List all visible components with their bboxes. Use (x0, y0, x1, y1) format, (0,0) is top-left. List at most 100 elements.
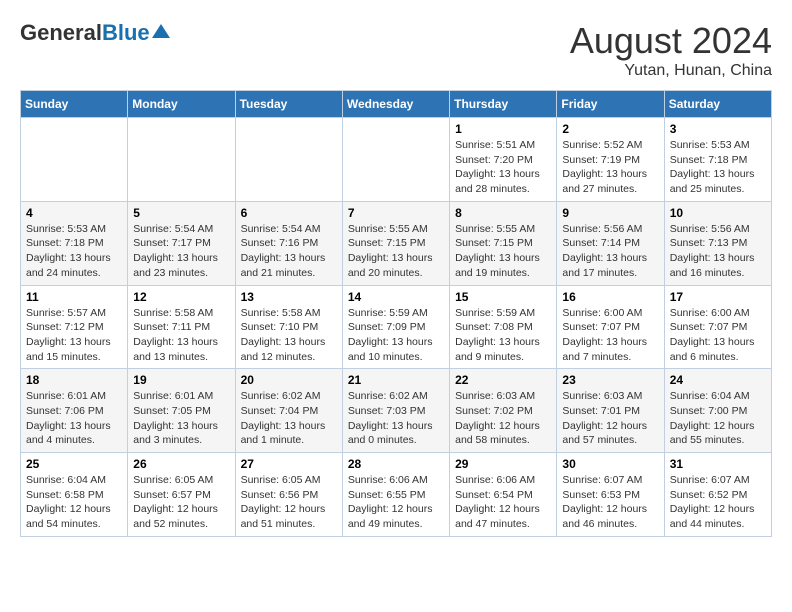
day-number: 27 (241, 457, 337, 471)
day-info: Sunrise: 5:55 AM Sunset: 7:15 PM Dayligh… (455, 222, 551, 281)
day-header: Saturday (664, 91, 771, 118)
month-title: August 2024 (570, 20, 772, 62)
calendar-week-row: 4Sunrise: 5:53 AM Sunset: 7:18 PM Daylig… (21, 201, 772, 285)
calendar-day-cell: 7 Sunrise: 5:55 AM Sunset: 7:15 PM Daylig… (342, 201, 449, 285)
day-number: 29 (455, 457, 551, 471)
day-info: Sunrise: 5:56 AM Sunset: 7:13 PM Dayligh… (670, 222, 766, 281)
day-number: 10 (670, 206, 766, 220)
day-number: 25 (26, 457, 122, 471)
day-info: Sunrise: 6:04 AM Sunset: 7:00 PM Dayligh… (670, 389, 766, 448)
day-info: Sunrise: 6:07 AM Sunset: 6:52 PM Dayligh… (670, 473, 766, 532)
day-info: Sunrise: 5:57 AM Sunset: 7:12 PM Dayligh… (26, 306, 122, 365)
calendar-day-cell: 13 Sunrise: 5:58 AM Sunset: 7:10 PM Dayli… (235, 285, 342, 369)
day-info: Sunrise: 5:51 AM Sunset: 7:20 PM Dayligh… (455, 138, 551, 197)
day-info: Sunrise: 6:07 AM Sunset: 6:53 PM Dayligh… (562, 473, 658, 532)
location: Yutan, Hunan, China (570, 62, 772, 80)
day-number: 24 (670, 373, 766, 387)
day-number: 17 (670, 290, 766, 304)
calendar-day-cell: 10 Sunrise: 5:56 AM Sunset: 7:13 PM Dayli… (664, 201, 771, 285)
day-info: Sunrise: 5:59 AM Sunset: 7:08 PM Dayligh… (455, 306, 551, 365)
day-number: 13 (241, 290, 337, 304)
day-info: Sunrise: 6:02 AM Sunset: 7:04 PM Dayligh… (241, 389, 337, 448)
day-header: Tuesday (235, 91, 342, 118)
calendar-week-row: 1 Sunrise: 5:51 AM Sunset: 7:20 PM Daylig… (21, 118, 772, 202)
day-info: Sunrise: 6:04 AM Sunset: 6:58 PM Dayligh… (26, 473, 122, 532)
day-number: 11 (26, 290, 122, 304)
day-info: Sunrise: 6:01 AM Sunset: 7:06 PM Dayligh… (26, 389, 122, 448)
day-number: 15 (455, 290, 551, 304)
day-number: 9 (562, 206, 658, 220)
calendar-header-row: SundayMondayTuesdayWednesdayThursdayFrid… (21, 91, 772, 118)
day-info: Sunrise: 5:54 AM Sunset: 7:17 PM Dayligh… (133, 222, 229, 281)
calendar-day-cell: 29 Sunrise: 6:06 AM Sunset: 6:54 PM Dayli… (450, 453, 557, 537)
day-number: 21 (348, 373, 444, 387)
calendar-day-cell: 2Sunrise: 5:52 AM Sunset: 7:19 PM Daylig… (557, 118, 664, 202)
title-area: August 2024 Yutan, Hunan, China (570, 20, 772, 80)
calendar-day-cell: 11 Sunrise: 5:57 AM Sunset: 7:12 PM Dayli… (21, 285, 128, 369)
day-number: 8 (455, 206, 551, 220)
day-number: 16 (562, 290, 658, 304)
day-info: Sunrise: 5:53 AM Sunset: 7:18 PM Dayligh… (26, 222, 122, 281)
calendar-day-cell: 23 Sunrise: 6:03 AM Sunset: 7:01 PM Dayli… (557, 369, 664, 453)
calendar-week-row: 25 Sunrise: 6:04 AM Sunset: 6:58 PM Dayli… (21, 453, 772, 537)
calendar-day-cell: 17 Sunrise: 6:00 AM Sunset: 7:07 PM Dayli… (664, 285, 771, 369)
day-info: Sunrise: 5:53 AM Sunset: 7:18 PM Dayligh… (670, 138, 766, 197)
day-info: Sunrise: 5:55 AM Sunset: 7:15 PM Dayligh… (348, 222, 444, 281)
day-number: 1 (455, 122, 551, 136)
calendar-week-row: 18 Sunrise: 6:01 AM Sunset: 7:06 PM Dayli… (21, 369, 772, 453)
calendar-table: SundayMondayTuesdayWednesdayThursdayFrid… (20, 90, 772, 537)
calendar-day-cell: 8 Sunrise: 5:55 AM Sunset: 7:15 PM Daylig… (450, 201, 557, 285)
day-info: Sunrise: 6:01 AM Sunset: 7:05 PM Dayligh… (133, 389, 229, 448)
calendar-day-cell: 31 Sunrise: 6:07 AM Sunset: 6:52 PM Dayli… (664, 453, 771, 537)
calendar-day-cell: 19 Sunrise: 6:01 AM Sunset: 7:05 PM Dayli… (128, 369, 235, 453)
day-number: 20 (241, 373, 337, 387)
calendar-day-cell: 24 Sunrise: 6:04 AM Sunset: 7:00 PM Dayli… (664, 369, 771, 453)
day-info: Sunrise: 5:52 AM Sunset: 7:19 PM Dayligh… (562, 138, 658, 197)
day-number: 23 (562, 373, 658, 387)
day-header: Monday (128, 91, 235, 118)
calendar-day-cell: 16Sunrise: 6:00 AM Sunset: 7:07 PM Dayli… (557, 285, 664, 369)
day-info: Sunrise: 6:06 AM Sunset: 6:54 PM Dayligh… (455, 473, 551, 532)
logo-text: GeneralBlue (20, 20, 150, 46)
calendar-day-cell: 9 Sunrise: 5:56 AM Sunset: 7:14 PM Daylig… (557, 201, 664, 285)
calendar-day-cell: 4Sunrise: 5:53 AM Sunset: 7:18 PM Daylig… (21, 201, 128, 285)
calendar-day-cell: 14Sunrise: 5:59 AM Sunset: 7:09 PM Dayli… (342, 285, 449, 369)
day-info: Sunrise: 6:00 AM Sunset: 7:07 PM Dayligh… (670, 306, 766, 365)
calendar-day-cell: 27 Sunrise: 6:05 AM Sunset: 6:56 PM Dayli… (235, 453, 342, 537)
day-info: Sunrise: 6:02 AM Sunset: 7:03 PM Dayligh… (348, 389, 444, 448)
day-number: 12 (133, 290, 229, 304)
day-number: 19 (133, 373, 229, 387)
calendar-day-cell: 21 Sunrise: 6:02 AM Sunset: 7:03 PM Dayli… (342, 369, 449, 453)
calendar-day-cell: 1 Sunrise: 5:51 AM Sunset: 7:20 PM Daylig… (450, 118, 557, 202)
calendar-day-cell: 25 Sunrise: 6:04 AM Sunset: 6:58 PM Dayli… (21, 453, 128, 537)
calendar-day-cell (235, 118, 342, 202)
day-number: 28 (348, 457, 444, 471)
day-number: 14 (348, 290, 444, 304)
page-header: GeneralBlue August 2024 Yutan, Hunan, Ch… (20, 20, 772, 80)
calendar-day-cell: 5 Sunrise: 5:54 AM Sunset: 7:17 PM Daylig… (128, 201, 235, 285)
day-info: Sunrise: 5:56 AM Sunset: 7:14 PM Dayligh… (562, 222, 658, 281)
calendar-day-cell: 15 Sunrise: 5:59 AM Sunset: 7:08 PM Dayli… (450, 285, 557, 369)
calendar-day-cell: 18 Sunrise: 6:01 AM Sunset: 7:06 PM Dayli… (21, 369, 128, 453)
calendar-day-cell: 20 Sunrise: 6:02 AM Sunset: 7:04 PM Dayli… (235, 369, 342, 453)
day-number: 18 (26, 373, 122, 387)
day-header: Sunday (21, 91, 128, 118)
day-info: Sunrise: 6:05 AM Sunset: 6:56 PM Dayligh… (241, 473, 337, 532)
day-number: 6 (241, 206, 337, 220)
logo-icon (152, 22, 170, 40)
calendar-day-cell (128, 118, 235, 202)
calendar-day-cell: 26Sunrise: 6:05 AM Sunset: 6:57 PM Dayli… (128, 453, 235, 537)
day-number: 31 (670, 457, 766, 471)
day-number: 7 (348, 206, 444, 220)
calendar-week-row: 11 Sunrise: 5:57 AM Sunset: 7:12 PM Dayli… (21, 285, 772, 369)
calendar-day-cell: 30Sunrise: 6:07 AM Sunset: 6:53 PM Dayli… (557, 453, 664, 537)
day-info: Sunrise: 5:58 AM Sunset: 7:10 PM Dayligh… (241, 306, 337, 365)
calendar-day-cell (342, 118, 449, 202)
day-info: Sunrise: 6:03 AM Sunset: 7:01 PM Dayligh… (562, 389, 658, 448)
day-number: 5 (133, 206, 229, 220)
calendar-day-cell: 12Sunrise: 5:58 AM Sunset: 7:11 PM Dayli… (128, 285, 235, 369)
day-info: Sunrise: 6:06 AM Sunset: 6:55 PM Dayligh… (348, 473, 444, 532)
day-info: Sunrise: 5:54 AM Sunset: 7:16 PM Dayligh… (241, 222, 337, 281)
calendar-day-cell: 6 Sunrise: 5:54 AM Sunset: 7:16 PM Daylig… (235, 201, 342, 285)
day-number: 3 (670, 122, 766, 136)
